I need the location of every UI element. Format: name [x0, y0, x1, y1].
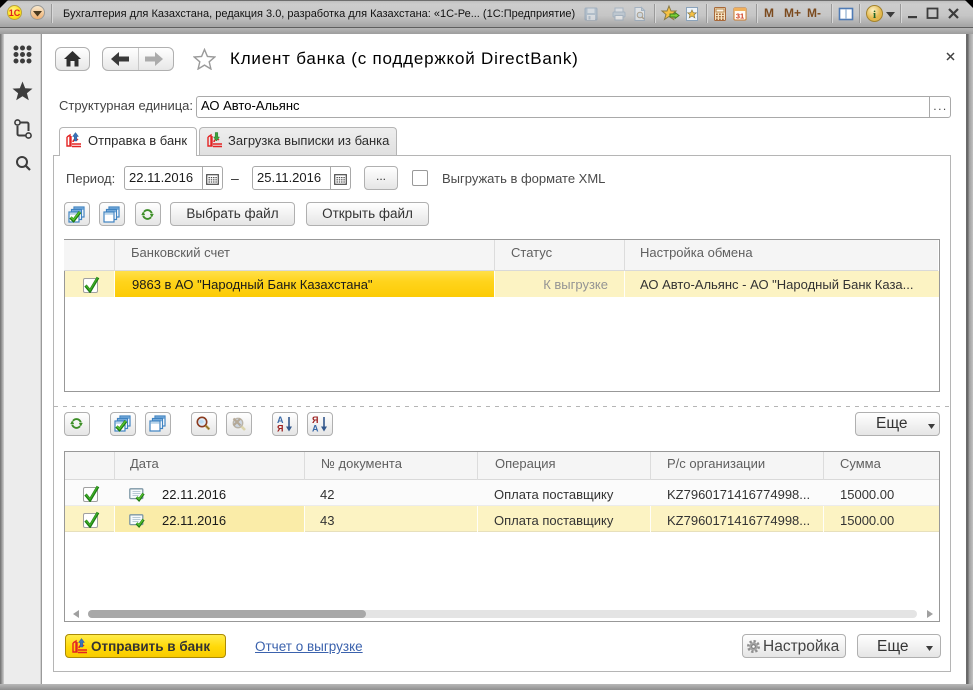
svg-text:i: i — [873, 9, 876, 21]
svg-text:А: А — [312, 424, 319, 434]
svg-text:Я: Я — [277, 424, 283, 434]
svg-text:31: 31 — [736, 12, 744, 21]
